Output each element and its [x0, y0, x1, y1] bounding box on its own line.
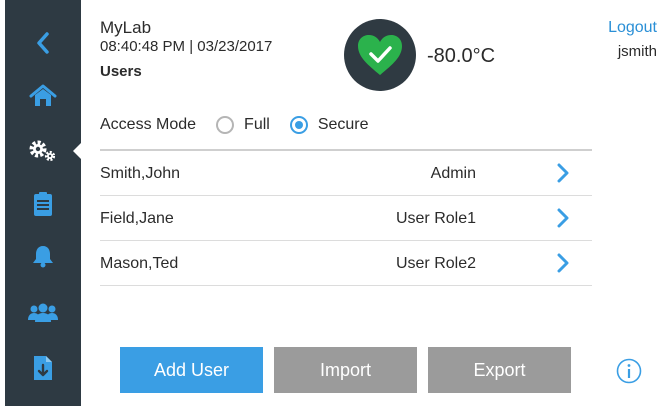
sidebar-item-users[interactable]	[5, 290, 81, 336]
radio-secure-circle[interactable]	[289, 116, 308, 134]
temperature-readout: -80.0°C	[427, 45, 496, 67]
add-user-button[interactable]: Add User	[120, 347, 263, 393]
sidebar	[5, 0, 82, 406]
check-heart-icon	[358, 35, 402, 75]
page-title: Users	[100, 63, 142, 80]
radio-full-circle[interactable]	[216, 116, 235, 134]
chevron-right-icon[interactable]	[556, 163, 570, 183]
user-list: Smith,John Admin Field,Jane User Role1 M…	[100, 151, 592, 286]
file-download-icon	[34, 356, 52, 380]
access-mode-label: Access Mode	[100, 116, 197, 133]
user-role: User Role1	[395, 210, 476, 227]
radio-secure[interactable]: Secure	[289, 116, 369, 134]
user-name: Smith,John	[100, 165, 181, 182]
user-name: Mason,Ted	[100, 255, 179, 272]
datetime: 08:40:48 PM | 03/23/2017	[100, 38, 273, 55]
user-role: User Role2	[395, 255, 476, 272]
status-indicator	[344, 19, 416, 91]
sidebar-item-file[interactable]	[5, 345, 81, 391]
back-button[interactable]	[5, 20, 81, 66]
sidebar-item-settings[interactable]	[5, 128, 82, 174]
table-row[interactable]: Smith,John Admin	[100, 151, 592, 196]
logout-link[interactable]: Logout	[608, 19, 657, 37]
info-icon[interactable]	[616, 358, 642, 384]
gears-icon	[29, 140, 56, 162]
table-row[interactable]: Mason,Ted User Role2	[100, 241, 592, 286]
radio-full[interactable]: Full	[216, 116, 270, 134]
chevron-right-icon[interactable]	[556, 208, 570, 228]
access-mode-row: Access Mode Full Secure	[100, 112, 369, 138]
users-icon	[28, 303, 58, 322]
sidebar-item-alerts[interactable]	[5, 233, 81, 279]
active-indicator	[73, 142, 82, 160]
radio-full-label: Full	[244, 116, 270, 133]
user-role: Admin	[430, 165, 476, 182]
bell-icon	[33, 246, 53, 268]
chevron-right-icon[interactable]	[556, 253, 570, 273]
app-name: MyLab	[100, 18, 152, 37]
user-name: Field,Jane	[100, 210, 174, 227]
chevron-left-icon	[37, 32, 49, 54]
export-button[interactable]: Export	[428, 347, 571, 393]
home-icon	[29, 84, 57, 106]
sidebar-item-notes[interactable]	[5, 181, 81, 227]
username: jsmith	[617, 43, 657, 60]
sidebar-item-home[interactable]	[5, 73, 81, 119]
table-row[interactable]: Field,Jane User Role1	[100, 196, 592, 241]
radio-secure-label: Secure	[317, 116, 369, 133]
import-button[interactable]: Import	[274, 347, 417, 393]
clipboard-icon	[34, 192, 52, 216]
